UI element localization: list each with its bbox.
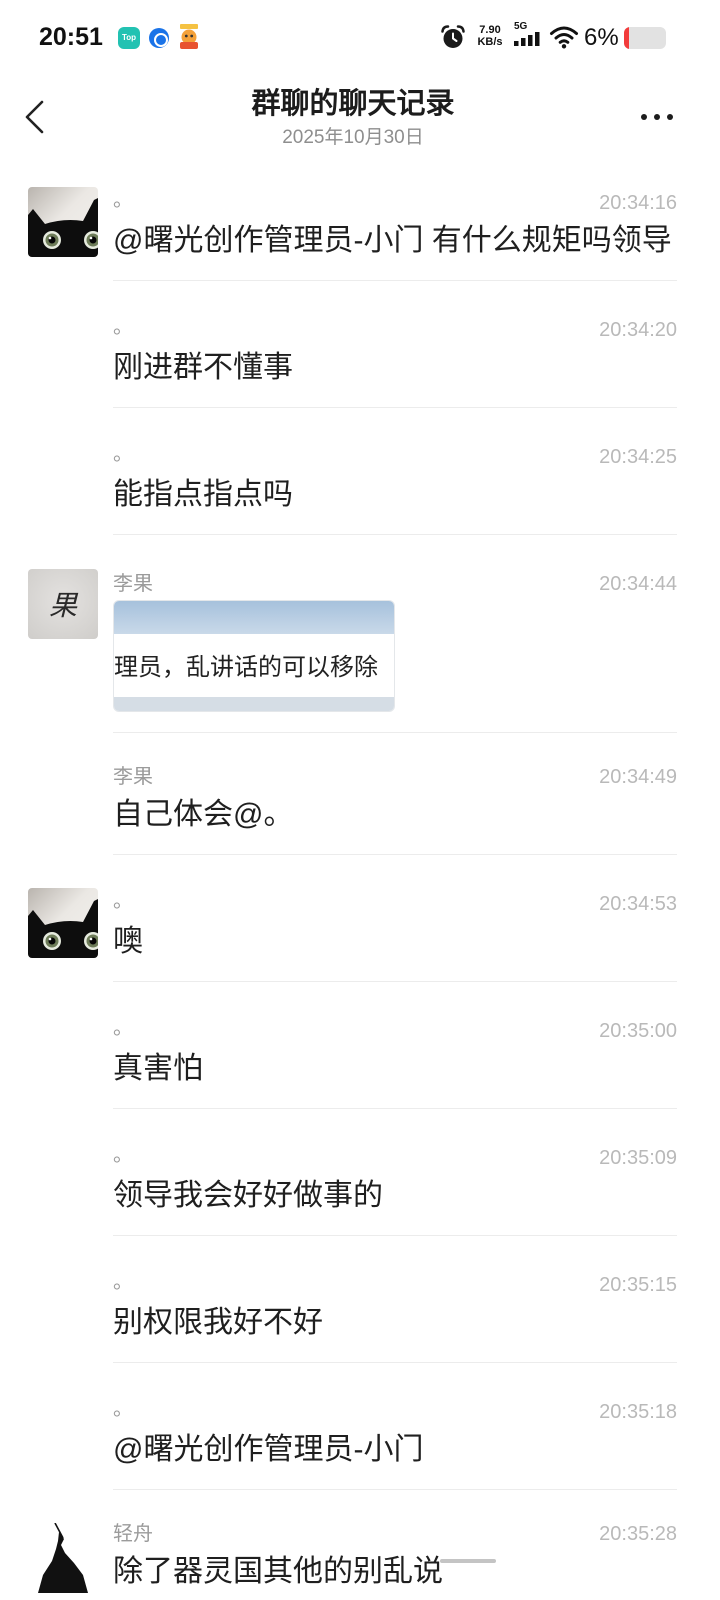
ink-figure-image — [28, 1523, 98, 1593]
message-row: 。 20:35:09 领导我会好好做事的 — [0, 1109, 720, 1236]
page-title: 群聊的聊天记录 — [251, 88, 455, 120]
message-text: 刚进群不懂事 — [113, 351, 293, 384]
sender-name: 。 — [113, 189, 133, 211]
message-row: 。 20:34:16 @曙光创作管理员-小门 有什么规矩吗领导 — [0, 154, 720, 281]
sender-name: 李果 — [113, 766, 153, 788]
gesture-bar[interactable] — [440, 1559, 496, 1563]
message-time: 20:35:18 — [599, 1401, 677, 1423]
message-row: 。 20:34:20 刚进群不懂事 — [0, 281, 720, 408]
message-text: 领导我会好好做事的 — [113, 1179, 383, 1212]
signal-bars-icon: 5G — [514, 22, 544, 51]
message-row: 。 20:35:18 @曙光创作管理员-小门 — [0, 1363, 720, 1490]
net-speed-value: 7.90 — [479, 24, 501, 36]
blue-circle-app-icon — [149, 28, 169, 48]
sender-name: 。 — [113, 443, 133, 465]
message-row: 轻舟 20:35:28 除了器灵国其他的别乱说 — [0, 1490, 720, 1600]
message-text: 真害怕 — [113, 1052, 203, 1085]
black-cat-avatar[interactable] — [28, 187, 98, 257]
message-row: 。 20:34:53 噢 — [0, 855, 720, 982]
image-message-text: 理员，乱讲话的可以移除 — [114, 654, 378, 681]
image-message-header — [114, 601, 394, 634]
image-message[interactable]: 理员，乱讲话的可以移除 — [113, 600, 395, 712]
net-speed: 7.90 KB/s — [474, 24, 506, 48]
net-speed-unit: KB/s — [477, 36, 503, 48]
handwritten-character-avatar[interactable]: 果 — [28, 569, 98, 639]
message-text: 能指点指点吗 — [113, 478, 293, 511]
message-time: 20:34:20 — [599, 319, 677, 341]
black-cat-image — [28, 888, 98, 958]
message-text: 噢 — [113, 925, 143, 958]
chat-history-list[interactable]: 。 20:34:16 @曙光创作管理员-小门 有什么规矩吗领导。 20:34:20 刚进… — [0, 154, 720, 1600]
message-text: @曙光创作管理员-小门 有什么规矩吗领导 — [113, 224, 672, 257]
message-text: 除了器灵国其他的别乱说 — [113, 1555, 443, 1588]
battery-percent: 6% — [584, 24, 619, 51]
message-time: 20:34:25 — [599, 446, 677, 468]
avatar-handwritten-character: 果 — [28, 569, 98, 639]
wifi-icon — [550, 26, 578, 49]
message-time: 20:35:00 — [599, 1020, 677, 1042]
message-row: 果 李果 20:34:44 理员，乱讲话的可以移除 — [0, 535, 720, 733]
sender-name: 。 — [113, 1271, 133, 1293]
sender-name: 轻舟 — [113, 1523, 153, 1545]
image-message-footer — [114, 697, 394, 711]
sender-name: 。 — [113, 1398, 133, 1420]
message-time: 20:35:28 — [599, 1523, 677, 1545]
message-text: @曙光创作管理员-小门 — [113, 1433, 424, 1466]
sender-name: 。 — [113, 1017, 133, 1039]
sender-name: 李果 — [113, 573, 153, 595]
status-bar: 20:51 Top 7.90 KB/s 5G 6% — [0, 0, 720, 76]
sender-name: 。 — [113, 1144, 133, 1166]
black-cat-image — [28, 187, 98, 257]
message-row: 。 20:34:25 能指点指点吗 — [0, 408, 720, 535]
message-time: 20:35:09 — [599, 1147, 677, 1169]
message-time: 20:34:16 — [599, 192, 677, 214]
sender-name: 。 — [113, 316, 133, 338]
message-text: 别权限我好不好 — [113, 1306, 323, 1339]
message-text: 自己体会@。 — [113, 798, 294, 831]
alarm-icon — [441, 25, 465, 48]
top-app-icon: Top — [118, 27, 140, 49]
black-cat-avatar[interactable] — [28, 888, 98, 958]
more-horizontal-icon[interactable] — [638, 108, 676, 126]
network-type: 5G — [514, 21, 528, 32]
battery-level-fill — [624, 27, 629, 49]
message-row: 。 20:35:00 真害怕 — [0, 982, 720, 1109]
message-time: 20:34:44 — [599, 573, 677, 595]
message-row: 。 20:35:15 别权限我好不好 — [0, 1236, 720, 1363]
message-time: 20:35:15 — [599, 1274, 677, 1296]
battery-icon — [624, 27, 666, 49]
message-time: 20:34:49 — [599, 766, 677, 788]
cartoon-app-icon — [180, 24, 198, 49]
message-time: 20:34:53 — [599, 893, 677, 915]
message-row: 李果 20:34:49 自己体会@。 — [0, 733, 720, 855]
ink-figure-avatar[interactable] — [28, 1523, 98, 1593]
page-subtitle-date: 2025年10月30日 — [282, 127, 424, 148]
sender-name: 。 — [113, 890, 133, 912]
status-time: 20:51 — [39, 23, 103, 51]
